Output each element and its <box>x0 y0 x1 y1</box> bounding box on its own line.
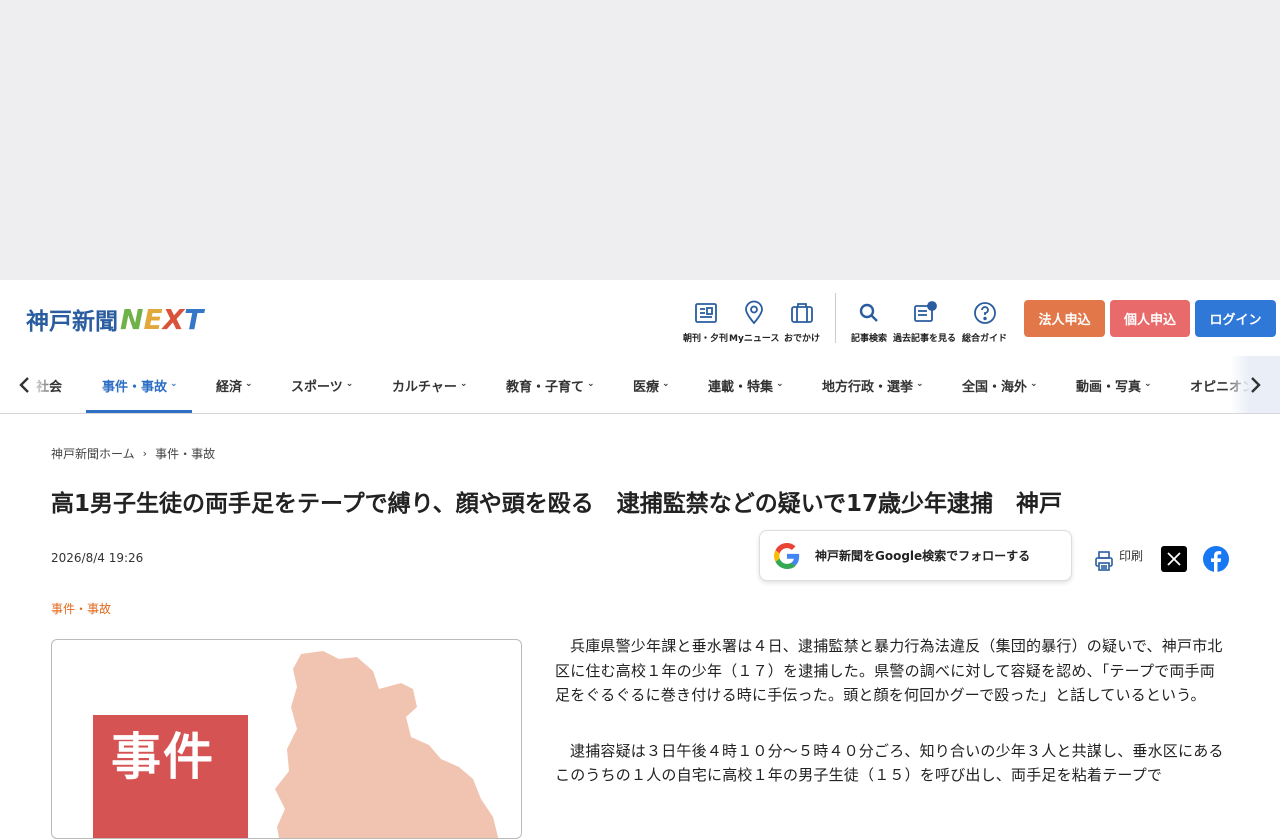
nav-item-economy[interactable]: 経済 ⌄ <box>216 356 253 413</box>
nav-item-video[interactable]: 動画・写真 ⌄ <box>1076 356 1152 413</box>
site-header: 神戸新聞 NEXT 朝刊・夕刊 Myニュース おでかけ 記事検索 過去記事を見る… <box>0 280 1280 356</box>
category-nav: 社会 事件・事故⌄ 経済⌄ スポーツ⌄ カルチャー⌄ 教育・子育て⌄ 医療⌄ 連… <box>0 356 1280 414</box>
login-button[interactable]: ログイン <box>1195 300 1276 337</box>
logo-next: NEXT <box>120 303 204 336</box>
nav-item-incidents[interactable]: 事件・事故 ⌄ <box>102 356 178 413</box>
x-share-icon[interactable] <box>1161 546 1187 572</box>
nav-item-local-gov[interactable]: 地方行政・選挙 ⌄ <box>822 356 924 413</box>
chevron-down-icon: ⌄ <box>587 379 595 389</box>
tool-guide[interactable]: 総合ガイド <box>962 300 1007 344</box>
breadcrumb-current[interactable]: 事件・事故 <box>155 445 215 462</box>
chevron-down-icon: ⌄ <box>245 379 253 389</box>
google-follow-button[interactable]: 神戸新聞をGoogle検索でフォローする <box>759 530 1072 581</box>
nav-item-medical[interactable]: 医療 ⌄ <box>633 356 670 413</box>
tool-morning-evening-paper[interactable]: 朝刊・夕刊 <box>683 300 728 344</box>
facebook-share-icon[interactable] <box>1203 546 1229 572</box>
newspaper-icon <box>694 303 717 323</box>
chevron-down-icon: ⌄ <box>345 379 354 389</box>
tool-past-articles[interactable]: 過去記事を見る <box>893 300 956 344</box>
advertisement-area <box>0 0 1280 280</box>
chevron-down-icon: ⌄ <box>776 379 784 389</box>
tool-label: 記事検索 <box>851 334 888 344</box>
tools-divider <box>835 293 836 343</box>
tool-label: Myニュース <box>729 334 780 344</box>
nav-item-culture[interactable]: カルチャー ⌄ <box>392 356 468 413</box>
photo-label-box: 事件 <box>93 715 248 838</box>
chevron-down-icon: ⌄ <box>916 379 924 389</box>
printer-icon <box>1095 551 1113 571</box>
chevron-right-icon <box>1251 377 1261 393</box>
article-paragraph: 兵庫県警少年課と垂水署は４日、逮捕監禁と暴力行為法違反（集団的暴行）の疑いで、神… <box>555 637 1223 704</box>
chevron-down-icon: ⌄ <box>170 379 178 389</box>
chevron-left-icon <box>19 377 29 393</box>
article-body: 兵庫県警少年課と垂水署は４日、逮捕監禁と暴力行為法違反（集団的暴行）の疑いで、神… <box>555 634 1230 819</box>
photo-label-text: 事件 <box>111 728 215 786</box>
search-icon <box>859 303 878 322</box>
logo-text: 神戸新聞 <box>26 309 118 335</box>
nav-scroll-right-button[interactable] <box>1230 356 1280 413</box>
help-circle-icon <box>973 302 996 324</box>
print-button[interactable]: 印刷 <box>1094 547 1143 572</box>
google-icon <box>774 542 800 569</box>
publish-date: 2026/8/4 19:26 <box>51 551 144 565</box>
tool-outing[interactable]: おでかけ <box>784 300 820 344</box>
photo-image: 事件 <box>61 649 514 838</box>
nav-item-education[interactable]: 教育・子育て ⌄ <box>506 356 595 413</box>
nav-item-sports[interactable]: スポーツ ⌄ <box>291 356 354 413</box>
tool-my-news[interactable]: Myニュース <box>729 300 779 344</box>
nav-item-national[interactable]: 全国・海外 ⌄ <box>962 356 1038 413</box>
breadcrumb: 神戸新聞ホーム › 事件・事故 <box>51 445 215 462</box>
article-category-tag[interactable]: 事件・事故 <box>51 600 111 617</box>
article-photo[interactable]: 事件 <box>51 639 522 839</box>
article-paragraph: 逮捕容疑は３日午後４時１０分～５時４０分ごろ、知り合いの少年３人と共謀し、垂水区… <box>555 741 1224 785</box>
tool-label: 総合ガイド <box>962 334 1008 344</box>
site-logo[interactable]: 神戸新聞 NEXT <box>26 302 203 336</box>
tool-label: おでかけ <box>784 334 821 344</box>
print-label: 印刷 <box>1119 549 1144 563</box>
personal-signup-button[interactable]: 個人申込 <box>1110 300 1190 337</box>
chevron-down-icon: ⌄ <box>1030 379 1038 389</box>
location-pin-icon <box>745 300 764 325</box>
corporate-signup-button[interactable]: 法人申込 <box>1024 300 1105 337</box>
nav-scroll-left-button[interactable] <box>0 356 50 413</box>
breadcrumb-separator: › <box>142 447 148 460</box>
tool-label: 過去記事を見る <box>893 334 957 344</box>
tool-article-search[interactable]: 記事検索 <box>851 300 887 344</box>
google-follow-label: 神戸新聞をGoogle検索でフォローする <box>815 549 1031 563</box>
chevron-down-icon: ⌄ <box>459 379 468 389</box>
active-tab-indicator <box>86 410 192 413</box>
article-title: 高1男子生徒の両手足をテープで縛り、顔や頭を殴る 逮捕監禁などの疑いで17歳少年… <box>51 491 1063 517</box>
chevron-down-icon: ⌄ <box>1144 379 1152 389</box>
nav-item-series[interactable]: 連載・特集 ⌄ <box>708 356 784 413</box>
chevron-down-icon: ⌄ <box>662 379 670 389</box>
suitcase-icon <box>791 303 813 323</box>
tool-label: 朝刊・夕刊 <box>683 334 729 344</box>
archive-icon <box>913 301 937 322</box>
breadcrumb-home-link[interactable]: 神戸新聞ホーム <box>51 445 135 462</box>
